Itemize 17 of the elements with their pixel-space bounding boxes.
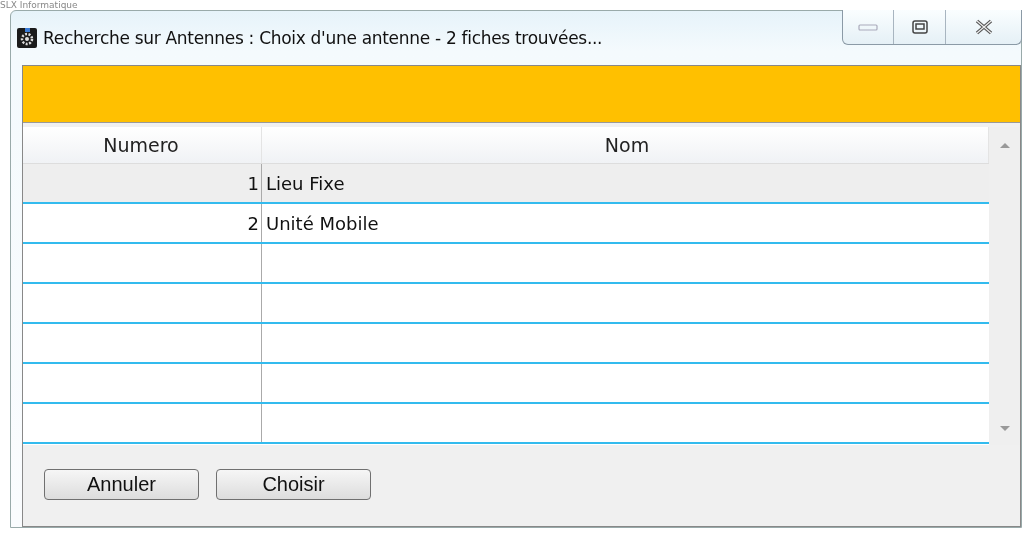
scroll-up-icon[interactable] — [998, 141, 1011, 149]
scroll-down-icon[interactable] — [998, 425, 1011, 433]
window-title: Recherche sur Antennes : Choix d'une antenne - 2 fiches trouvées... — [43, 28, 603, 48]
table-row[interactable]: 1 Lieu Fixe — [23, 164, 989, 204]
gear-icon — [17, 28, 37, 48]
table-row[interactable]: 2 Unité Mobile — [23, 204, 989, 244]
minimize-icon — [857, 22, 879, 32]
table-cell: 1 — [247, 172, 259, 194]
table-cell: Lieu Fixe — [266, 172, 345, 194]
table-cell: Unité Mobile — [266, 212, 379, 234]
table-cell: 2 — [247, 212, 259, 234]
maximize-icon — [911, 20, 928, 34]
dialog-button[interactable]: Choisir — [216, 469, 371, 500]
dialog-button[interactable]: Annuler — [44, 469, 199, 500]
page-header: SLX Informatique — [0, 0, 78, 10]
column-header[interactable]: Numero — [23, 127, 262, 163]
close-icon — [973, 19, 994, 35]
